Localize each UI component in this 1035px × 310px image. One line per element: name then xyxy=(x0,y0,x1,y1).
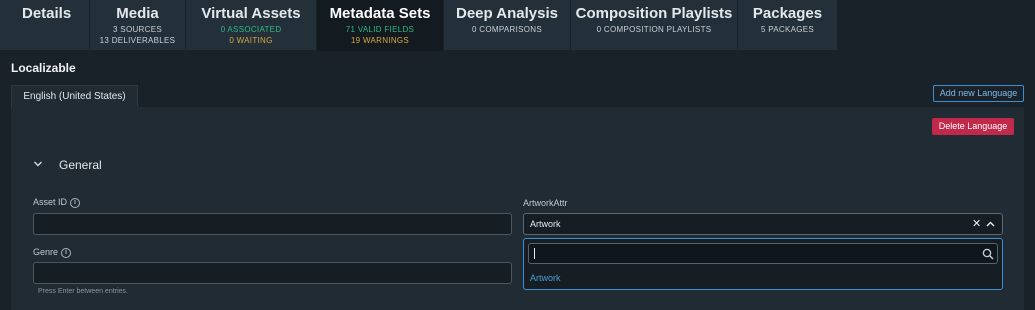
tab-deep-analysis-comparisons: 0 COMPARISONS xyxy=(472,25,542,34)
tab-packages-title: Packages xyxy=(752,5,823,22)
artwork-attr-label: ArtworkAttr xyxy=(523,198,568,208)
text-caret xyxy=(534,248,535,259)
tab-composition-playlists[interactable]: Composition Playlists 0 COMPOSITION PLAY… xyxy=(571,0,738,50)
dropdown-search-input[interactable] xyxy=(528,243,998,264)
chevron-up-icon[interactable] xyxy=(986,220,995,228)
tab-packages-count: 5 PACKAGES xyxy=(760,25,815,34)
tab-details[interactable]: Details xyxy=(0,0,90,50)
dropdown-option[interactable]: Artwork xyxy=(530,273,561,283)
tab-media-sources: 3 SOURCES xyxy=(113,25,162,34)
genre-label: Genre i xyxy=(33,247,72,258)
genre-hint: Press Enter between entries. xyxy=(38,288,128,295)
tab-metadata-warnings: 19 WARNINGS xyxy=(350,36,410,45)
genre-input[interactable] xyxy=(33,262,512,284)
language-tab[interactable]: English (United States) xyxy=(11,85,138,107)
tab-media-title: Media xyxy=(116,5,159,22)
genre-label-text: Genre xyxy=(33,247,59,257)
artwork-attr-value: Artwork xyxy=(530,219,561,229)
asset-id-label-text: Asset ID xyxy=(33,197,68,207)
asset-id-input[interactable] xyxy=(33,213,512,235)
tab-media[interactable]: Media 3 SOURCES 13 DELIVERABLES xyxy=(90,0,186,50)
tab-media-deliverables: 13 DELIVERABLES xyxy=(99,36,176,45)
asset-tab-bar: Details Media 3 SOURCES 13 DELIVERABLES … xyxy=(0,0,1035,51)
tab-metadata-valid-fields: 71 VALID FIELDS xyxy=(345,25,415,34)
asset-id-label: Asset ID i xyxy=(33,197,81,208)
tab-details-title: Details xyxy=(22,5,72,22)
add-language-button[interactable]: Add new Language xyxy=(933,85,1024,102)
tab-virtual-assets-associated: 0 ASSOCIATED xyxy=(220,25,282,34)
chevron-down-icon[interactable] xyxy=(33,159,43,169)
tab-virtual-assets-title: Virtual Assets xyxy=(201,5,301,22)
close-icon[interactable]: ✕ xyxy=(972,218,981,230)
section-title: Localizable xyxy=(11,61,76,75)
tab-packages[interactable]: Packages 5 PACKAGES xyxy=(738,0,838,50)
tab-metadata-sets[interactable]: Metadata Sets 71 VALID FIELDS 19 WARNING… xyxy=(317,0,444,51)
artwork-attr-dropdown: Artwork xyxy=(523,238,1003,290)
tab-metadata-sets-title: Metadata Sets xyxy=(329,5,431,22)
artwork-attr-select[interactable]: Artwork ✕ xyxy=(523,213,1003,235)
tab-composition-playlists-count: 0 COMPOSITION PLAYLISTS xyxy=(596,25,712,34)
group-title[interactable]: General xyxy=(59,158,102,172)
tab-virtual-assets[interactable]: Virtual Assets 0 ASSOCIATED 0 WAITING xyxy=(186,0,317,50)
tab-deep-analysis[interactable]: Deep Analysis 0 COMPARISONS xyxy=(444,0,571,50)
info-circle-icon[interactable]: i xyxy=(70,197,81,208)
search-icon xyxy=(982,248,994,260)
tab-deep-analysis-title: Deep Analysis xyxy=(456,5,558,22)
tab-virtual-assets-waiting: 0 WAITING xyxy=(229,36,273,45)
tab-composition-playlists-title: Composition Playlists xyxy=(575,5,733,22)
info-circle-icon[interactable]: i xyxy=(61,247,72,258)
delete-language-button[interactable]: Delete Language xyxy=(932,118,1014,135)
